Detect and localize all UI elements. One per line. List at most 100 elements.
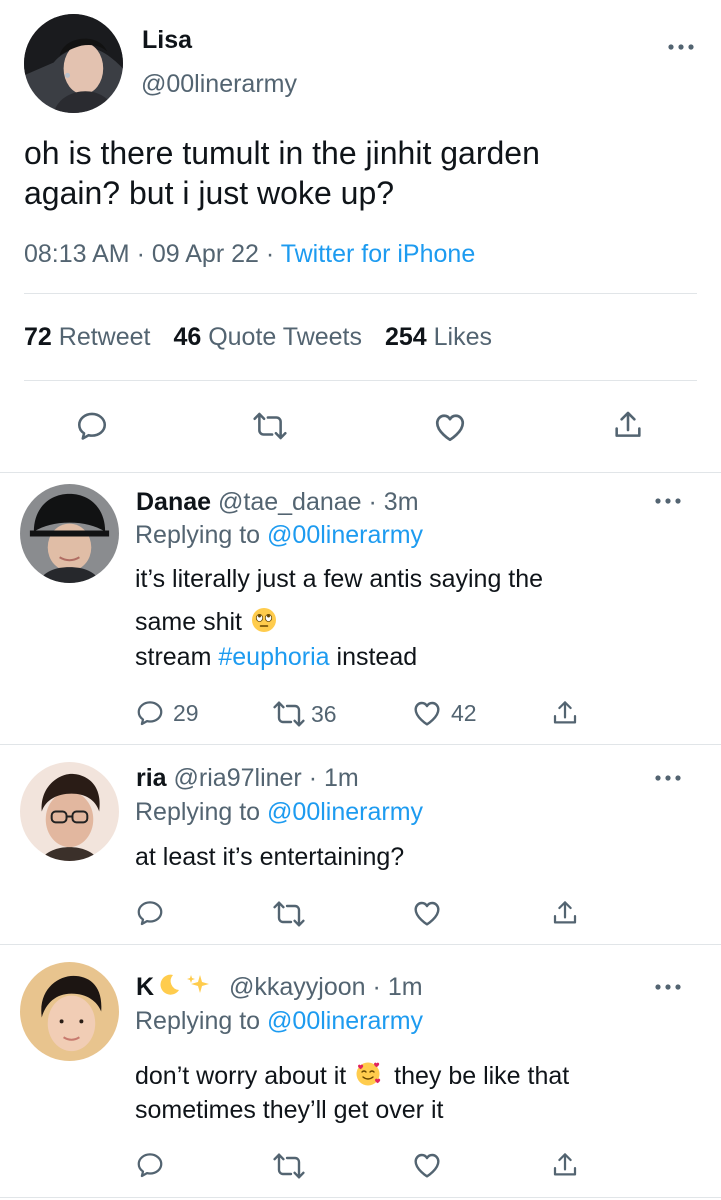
main-tweet-author-name[interactable]: Lisa xyxy=(142,25,192,55)
three-dots-icon xyxy=(653,982,683,992)
reply-share-button[interactable] xyxy=(550,698,580,728)
reply-author-name[interactable]: Danae xyxy=(136,488,211,516)
replying-to-handle[interactable]: @00linerarmy xyxy=(267,798,423,826)
separator-dot: · xyxy=(136,240,145,268)
reply-author-name[interactable]: ria xyxy=(136,764,167,792)
reply-text-line-1: it’s literally just a few antis saying t… xyxy=(135,565,544,593)
divider xyxy=(24,380,697,381)
sparkles-icon xyxy=(187,975,210,993)
main-tweet-time: 08:13 AM xyxy=(24,240,130,268)
replying-to-label: Replying to xyxy=(135,798,261,826)
reply-icon xyxy=(75,409,109,443)
smiling-face-with-hearts-icon xyxy=(356,1062,381,1086)
reply-reply-button[interactable] xyxy=(135,898,165,928)
main-tweet-author-handle[interactable]: @00linerarmy xyxy=(141,69,297,99)
reply-text-line-1: don’t worry about it they be like that xyxy=(135,1060,569,1092)
likes-stat[interactable]: 254 Likes xyxy=(385,323,492,351)
replying-to: Replying to @00linerarmy xyxy=(135,1006,423,1036)
hashtag-link[interactable]: #euphoria xyxy=(218,643,329,671)
heart-icon xyxy=(411,697,443,729)
face-rolling-eyes-icon xyxy=(251,608,276,632)
reply-icon xyxy=(135,1150,165,1180)
crescent-moon-icon xyxy=(160,974,180,995)
replying-to-label: Replying to xyxy=(135,521,261,549)
reply-text-line-2: sometimes they’ll get over it xyxy=(135,1096,444,1124)
main-tweet-text-line-1: oh is there tumult in the jinhit garden xyxy=(24,135,540,171)
retweets-stat[interactable]: 72 Retweet xyxy=(24,323,157,351)
reply-count: 29 xyxy=(173,699,199,726)
reply-retweet-button[interactable] xyxy=(273,898,305,930)
heart-icon xyxy=(411,1149,443,1181)
likes-label: Likes xyxy=(433,323,492,351)
divider xyxy=(0,944,721,945)
reply-text: same shit xyxy=(135,608,242,636)
reply-avatar[interactable] xyxy=(20,484,119,583)
heart-icon xyxy=(411,897,443,929)
reply-text: instead xyxy=(336,643,418,671)
retweet-icon xyxy=(273,898,305,930)
reply-time[interactable]: 1m xyxy=(324,764,359,792)
divider xyxy=(24,293,697,294)
share-icon xyxy=(550,1150,580,1180)
main-share-button[interactable] xyxy=(611,408,645,442)
avatar-image xyxy=(20,484,119,583)
reply-retweet-button[interactable] xyxy=(273,1150,305,1182)
reply-author-handle[interactable]: @kkayyjoon xyxy=(229,973,366,1001)
avatar-image xyxy=(20,962,119,1061)
quotes-stat[interactable]: 46 Quote Tweets xyxy=(173,323,369,351)
main-like-button[interactable] xyxy=(432,409,468,445)
main-tweet-source[interactable]: Twitter for iPhone xyxy=(281,240,476,268)
main-reply-button[interactable] xyxy=(75,409,109,443)
reply-more-button[interactable] xyxy=(653,773,683,783)
divider xyxy=(0,1197,721,1198)
separator-dot: · xyxy=(265,240,275,268)
reply-reply-button[interactable]: 29 xyxy=(135,698,199,728)
share-icon xyxy=(550,898,580,928)
like-count: 42 xyxy=(451,699,477,726)
main-tweet-meta: 08:13 AM · 09 Apr 22 · Twitter for iPhon… xyxy=(24,238,475,270)
heart-icon xyxy=(432,409,468,445)
reply-avatar[interactable] xyxy=(20,962,119,1061)
main-tweet-more-button[interactable] xyxy=(666,42,696,52)
divider xyxy=(0,472,721,473)
replying-to-handle[interactable]: @00linerarmy xyxy=(267,521,423,549)
main-tweet-text-line-2: again? but i just woke up? xyxy=(24,175,395,211)
reply-author-name[interactable]: K xyxy=(136,973,154,1001)
three-dots-icon xyxy=(653,496,683,506)
divider xyxy=(0,744,721,745)
retweet-icon xyxy=(253,409,287,443)
reply-text-line-3: stream #euphoria instead xyxy=(135,641,417,673)
reply-reply-button[interactable] xyxy=(135,1150,165,1180)
reply-text: don’t worry about it xyxy=(135,1062,347,1090)
three-dots-icon xyxy=(653,773,683,783)
reply-retweet-button[interactable]: 36 xyxy=(273,698,337,730)
reply-text-line-1: at least it’s entertaining? xyxy=(135,843,405,871)
reply-share-button[interactable] xyxy=(550,1150,580,1180)
share-icon xyxy=(611,408,645,442)
retweet-count: 36 xyxy=(311,700,337,727)
reply-like-button[interactable]: 42 xyxy=(411,697,477,729)
reply-header: ria @ria97liner · 1m xyxy=(136,763,359,793)
reply-share-button[interactable] xyxy=(550,898,580,928)
reply-time[interactable]: 3m xyxy=(384,488,419,516)
reply-author-handle[interactable]: @tae_danae xyxy=(218,488,362,516)
main-tweet-date[interactable]: 09 Apr 22 xyxy=(152,240,259,268)
reply-like-button[interactable] xyxy=(411,897,443,929)
reply-more-button[interactable] xyxy=(653,982,683,992)
reply-like-button[interactable] xyxy=(411,1149,443,1181)
replying-to-handle[interactable]: @00linerarmy xyxy=(267,1007,423,1035)
reply-avatar[interactable] xyxy=(20,762,119,861)
quotes-count: 46 xyxy=(173,323,202,351)
main-tweet-stats: 72 Retweet 46 Quote Tweets 254 Likes xyxy=(24,321,492,353)
reply-author-handle[interactable]: @ria97liner xyxy=(174,764,302,792)
reply-text: they be like that xyxy=(394,1062,570,1090)
reply-text: stream xyxy=(135,643,212,671)
replying-to-label: Replying to xyxy=(135,1007,261,1035)
main-retweet-button[interactable] xyxy=(253,409,287,443)
reply-more-button[interactable] xyxy=(653,496,683,506)
main-tweet-avatar[interactable] xyxy=(24,14,123,113)
reply-time[interactable]: 1m xyxy=(388,973,423,1001)
avatar-image xyxy=(24,14,123,113)
likes-count: 254 xyxy=(384,323,427,351)
avatar-image xyxy=(20,762,119,861)
